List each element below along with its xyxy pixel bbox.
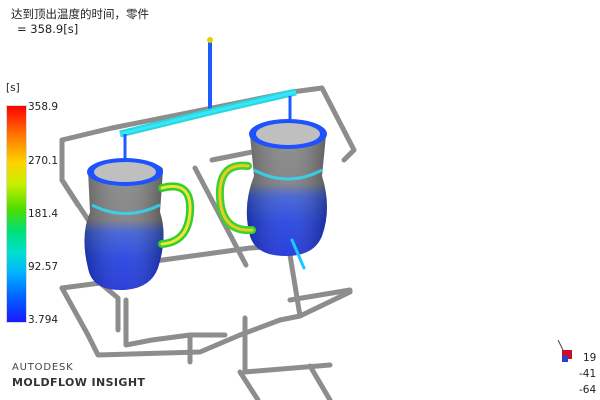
triad-value-x: 19	[583, 352, 597, 364]
part-right	[246, 119, 327, 256]
triad-value-y: -41	[579, 368, 597, 380]
injection-location-icon	[207, 37, 213, 43]
orientation-triad-icon[interactable]	[556, 338, 578, 366]
model-viewport[interactable]	[0, 0, 600, 400]
autodesk-logo-text: AUTODESK	[12, 362, 74, 373]
product-name: MOLDFLOW INSIGHT	[12, 376, 146, 389]
part-left	[84, 158, 164, 290]
triad-value-z: -64	[579, 384, 597, 396]
